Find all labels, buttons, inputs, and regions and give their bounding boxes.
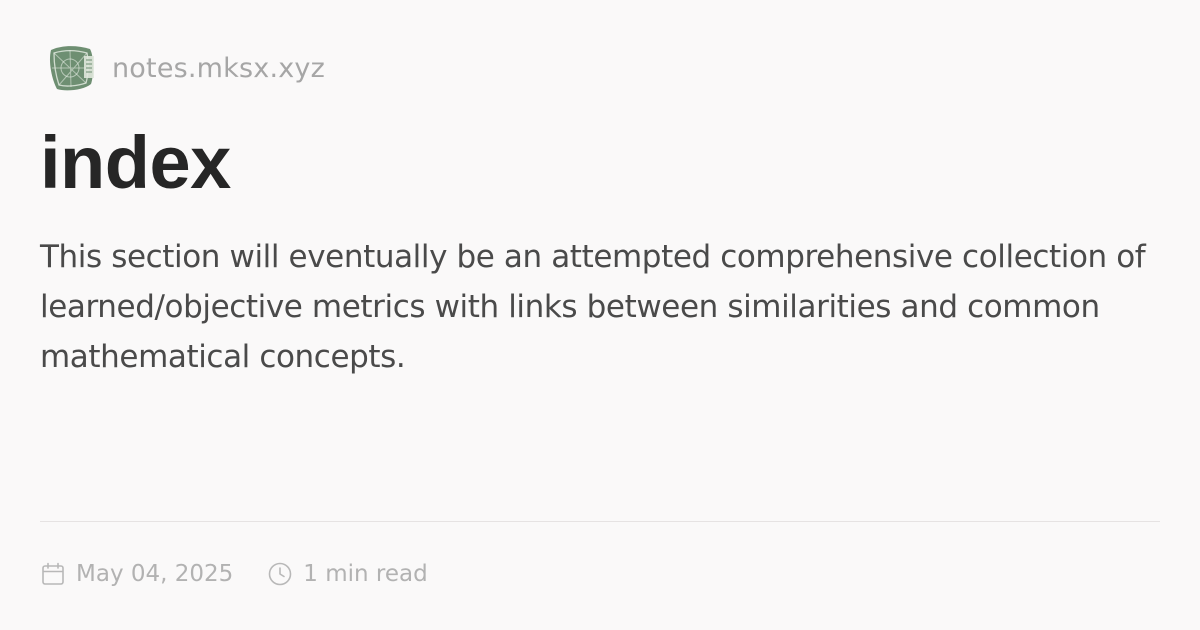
site-logo-icon [49,46,94,91]
read-time: 1 min read [267,561,428,587]
post-meta: May 04, 2025 1 min read [40,552,428,596]
footer-divider [40,521,1160,522]
calendar-icon [42,562,64,585]
post-date-text: May 04, 2025 [76,561,234,587]
clock-icon [268,562,292,586]
site-name[interactable]: notes.mksx.xyz [112,53,325,84]
page-title: index [40,121,231,204]
page-description: This section will eventually be an attem… [40,239,1146,375]
site-header[interactable]: notes.mksx.xyz [44,40,325,96]
og-card: notes.mksx.xyz index This section will e… [0,0,1200,630]
read-time-text: 1 min read [303,561,428,587]
post-date: May 04, 2025 [40,561,233,587]
